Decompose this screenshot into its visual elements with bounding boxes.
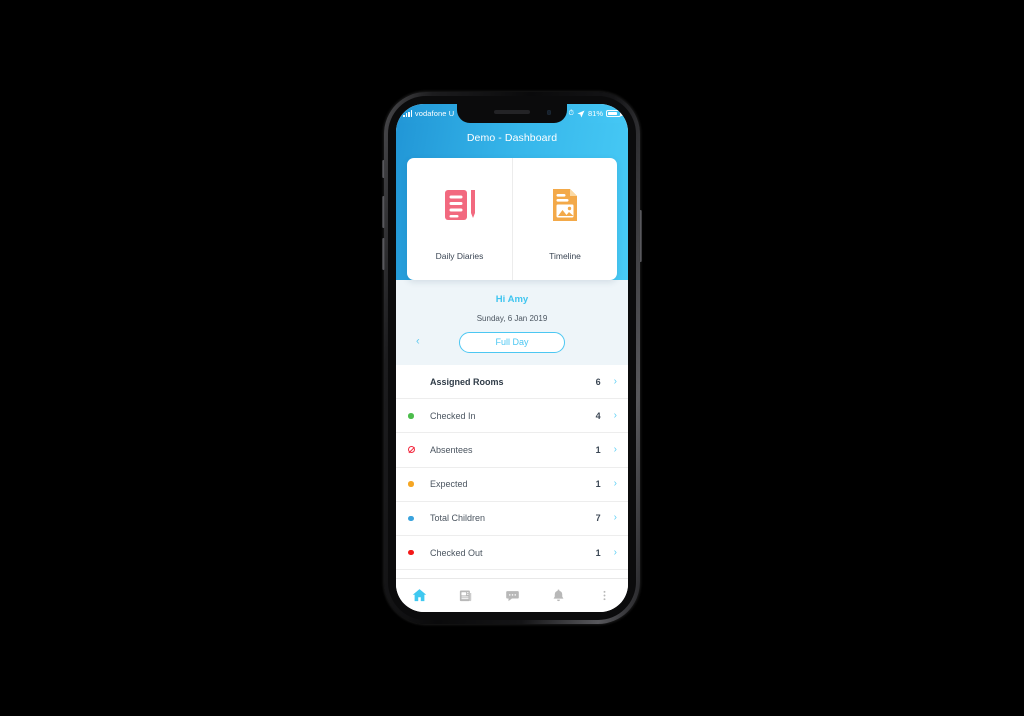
row-marker-cell — [408, 549, 430, 556]
signal-bars-icon — [403, 110, 413, 117]
row-count: 7 — [595, 513, 601, 524]
row-label: Absentees — [430, 444, 473, 455]
chevron-right-icon[interactable]: › — [614, 547, 617, 558]
row-count: 6 — [595, 376, 601, 387]
chevron-right-icon[interactable]: › — [614, 410, 617, 421]
earpiece-speaker — [494, 110, 530, 114]
status-bar-right: ⏱ 81% — [568, 109, 623, 118]
chevron-left-icon[interactable]: ‹ — [416, 336, 420, 348]
scene: vodafone U ⏱ 81% Demo - Dashboard Daily … — [0, 0, 1024, 716]
greeting-section: Hi Amy Sunday, 6 Jan 2019 ‹ Full Day — [396, 280, 628, 365]
battery-percent-label: 81% — [587, 109, 603, 118]
row-label: Assigned Rooms — [430, 376, 504, 387]
row-count: 1 — [595, 444, 601, 455]
dashboard-list: Assigned Rooms 6 › Checked In 4 › Absentees 1 › E… — [396, 365, 628, 578]
bell-icon — [553, 589, 564, 602]
row-label: Checked Out — [430, 547, 483, 558]
status-dot-icon — [408, 413, 414, 419]
tab-messages[interactable] — [489, 579, 535, 612]
phone-screen: vodafone U ⏱ 81% Demo - Dashboard Daily … — [396, 104, 628, 612]
newspaper-icon — [459, 590, 472, 602]
chevron-right-icon[interactable]: › — [614, 479, 617, 489]
notebook-pencil-icon — [438, 177, 482, 233]
chevron-right-icon[interactable]: › — [614, 513, 617, 523]
full-day-button[interactable]: Full Day — [459, 331, 565, 353]
page-title: Demo - Dashboard — [466, 132, 558, 144]
tab-news[interactable] — [442, 579, 488, 612]
greeting-name: Hi Amy — [495, 294, 529, 305]
app-header: Demo - Dashboard Daily Diaries Timeline — [396, 123, 628, 280]
table-row[interactable]: Checked In 4 › — [396, 399, 628, 434]
silent-switch[interactable] — [382, 160, 385, 178]
battery-icon — [606, 109, 623, 118]
carrier-label: vodafone U — [414, 109, 455, 118]
row-count: 1 — [595, 547, 601, 558]
table-row[interactable]: Assigned Rooms 6 › — [396, 365, 628, 400]
row-marker-cell — [408, 413, 430, 419]
status-dot-icon — [408, 549, 414, 556]
power-button[interactable] — [639, 210, 642, 262]
alarm-icon: ⏱ — [568, 110, 574, 117]
no-entry-icon — [408, 446, 415, 454]
volume-up-button[interactable] — [382, 196, 385, 228]
table-row[interactable]: Expected 1 › — [396, 467, 628, 502]
status-dot-icon — [408, 481, 414, 487]
chevron-right-icon[interactable]: › — [614, 444, 617, 455]
volume-down-button[interactable] — [382, 238, 385, 270]
status-dot-icon — [408, 515, 414, 522]
status-bar-left: vodafone U — [403, 109, 454, 118]
day-selector-row: ‹ Full Day — [396, 331, 628, 353]
row-count: 4 — [595, 410, 601, 421]
greeting-date: Sunday, 6 Jan 2019 — [476, 314, 548, 323]
quick-card-label: Timeline — [549, 251, 581, 261]
row-label: Checked In — [430, 410, 476, 421]
quick-card-daily-diaries[interactable]: Daily Diaries — [407, 158, 512, 280]
row-marker-cell — [408, 515, 430, 522]
row-marker-cell — [408, 446, 430, 454]
home-icon — [412, 589, 426, 602]
bottom-tab-bar — [396, 578, 628, 612]
row-label: Expected — [430, 479, 468, 490]
tab-notifications[interactable] — [535, 579, 581, 612]
quick-cards: Daily Diaries Timeline — [407, 158, 617, 280]
front-camera — [546, 110, 551, 115]
table-row[interactable]: Checked Out 1 › — [396, 535, 628, 571]
document-photo-icon — [543, 177, 587, 233]
overflow-menu-icon — [603, 590, 606, 601]
quick-card-timeline[interactable]: Timeline — [512, 158, 617, 280]
row-label: Total Children — [430, 513, 486, 524]
row-count: 1 — [595, 479, 601, 490]
row-marker-cell — [408, 481, 430, 487]
table-row[interactable]: Absentees 1 › — [396, 433, 628, 468]
table-row[interactable]: Total Children 7 › — [396, 501, 628, 536]
location-arrow-icon — [577, 109, 585, 118]
chevron-right-icon[interactable]: › — [614, 376, 617, 387]
quick-card-label: Daily Diaries — [435, 251, 484, 261]
chat-bubble-icon — [505, 591, 519, 602]
notch — [457, 104, 567, 123]
phone-frame: vodafone U ⏱ 81% Demo - Dashboard Daily … — [382, 92, 642, 624]
